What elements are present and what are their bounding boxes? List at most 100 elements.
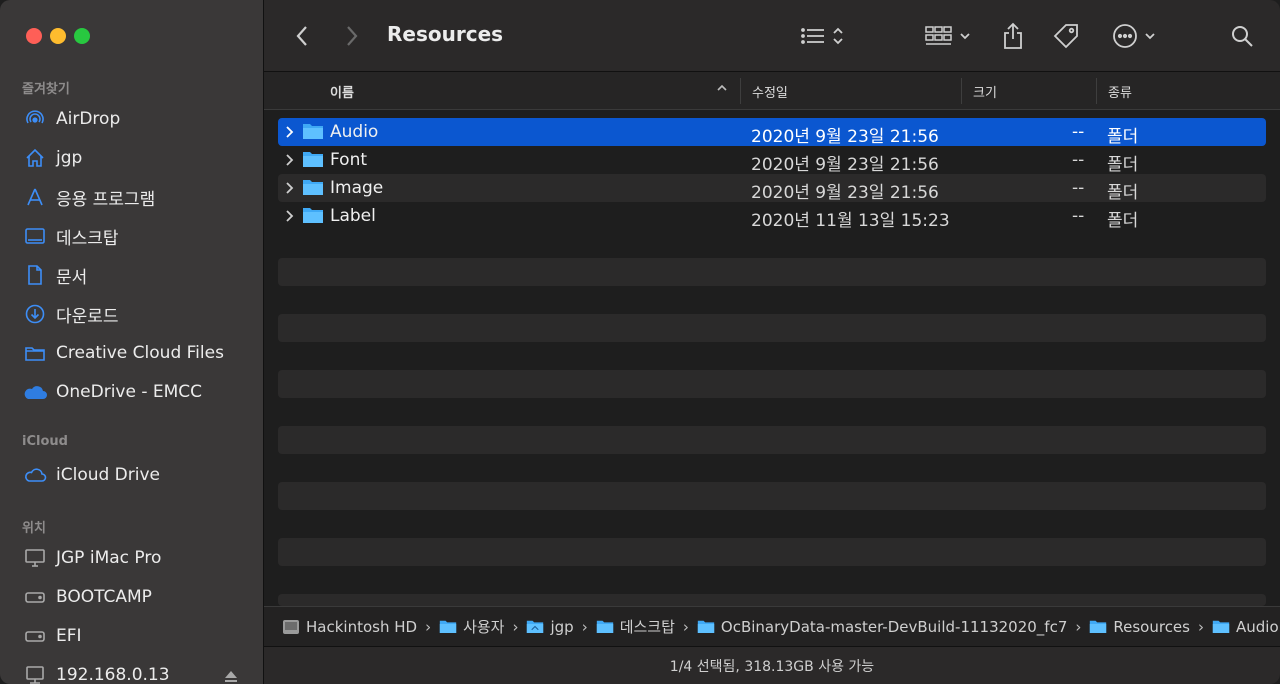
- column-divider[interactable]: [740, 78, 741, 104]
- disclosure-chevron-icon[interactable]: [284, 152, 294, 172]
- file-kind: 폴더: [1107, 211, 1139, 231]
- chevron-right-icon: [347, 26, 358, 46]
- column-divider[interactable]: [1096, 78, 1097, 104]
- path-separator-icon: ›: [1197, 617, 1204, 636]
- minimize-button[interactable]: [50, 28, 66, 44]
- path-item-label: Audio: [1235, 617, 1279, 636]
- path-separator-icon: ›: [581, 617, 588, 636]
- file-size: --: [1072, 150, 1085, 170]
- tag-icon: [1053, 24, 1078, 49]
- sidebar-item-label: 응용 프로그램: [56, 189, 156, 210]
- window-controls: [26, 28, 90, 44]
- toolbar: Resources: [264, 0, 1280, 72]
- sidebar-item-efi[interactable]: EFI: [22, 621, 256, 651]
- file-row[interactable]: Audio 2020년 9월 23일 21:56 -- 폴더: [278, 118, 1266, 147]
- sidebar-item-icloud-drive[interactable]: iCloud Drive: [22, 460, 256, 490]
- folder-icon: [302, 150, 324, 173]
- group-button[interactable]: [920, 18, 976, 54]
- search-button[interactable]: [1226, 18, 1258, 54]
- share-button[interactable]: [998, 18, 1028, 54]
- more-actions-button[interactable]: [1108, 18, 1160, 54]
- sidebar-item-label: iCloud Drive: [56, 465, 161, 485]
- close-button[interactable]: [26, 28, 42, 44]
- disclosure-chevron-icon[interactable]: [284, 124, 294, 144]
- sort-ascending-icon[interactable]: [716, 82, 728, 97]
- window-title: Resources: [387, 22, 504, 46]
- path-item-label: 데스크탑: [619, 618, 675, 636]
- path-item-desktop[interactable]: 데스크탑 ›: [596, 616, 697, 637]
- chevron-updown-icon: [833, 27, 843, 45]
- path-separator-icon: ›: [682, 617, 689, 636]
- sidebar-item-label: Creative Cloud Files: [56, 343, 224, 363]
- sidebar-item-imac[interactable]: JGP iMac Pro: [22, 543, 256, 573]
- back-button[interactable]: [288, 18, 316, 54]
- path-separator-icon: ›: [512, 617, 519, 636]
- file-name: Label: [330, 206, 376, 226]
- file-kind: 폴더: [1107, 155, 1139, 175]
- sidebar-item-onedrive[interactable]: OneDrive - EMCC: [22, 377, 256, 407]
- file-size: --: [1072, 178, 1085, 198]
- path-item-audio[interactable]: Audio: [1212, 618, 1279, 636]
- sidebar-item-downloads[interactable]: 다운로드: [22, 299, 256, 329]
- sidebar-item-applications[interactable]: 응용 프로그램: [22, 182, 256, 212]
- sidebar-item-desktop[interactable]: 데스크탑: [22, 221, 256, 251]
- sidebar-item-airdrop[interactable]: AirDrop: [22, 104, 256, 134]
- file-size: --: [1072, 122, 1085, 142]
- path-item-label: Hackintosh HD: [306, 617, 418, 636]
- column-size[interactable]: 크기: [973, 82, 997, 101]
- file-name: Image: [330, 178, 384, 198]
- column-name[interactable]: 이름: [330, 82, 354, 101]
- drive-icon: [22, 625, 48, 647]
- onedrive-cloud-icon: [22, 381, 48, 403]
- forward-button[interactable]: [338, 18, 366, 54]
- disclosure-chevron-icon[interactable]: [284, 180, 294, 200]
- file-kind: 폴더: [1107, 183, 1139, 203]
- chevron-down-icon: [960, 33, 970, 40]
- column-modified[interactable]: 수정일: [752, 82, 788, 101]
- path-item-jgp[interactable]: jgp ›: [526, 618, 595, 636]
- path-separator-icon: ›: [1075, 617, 1082, 636]
- sidebar-item-label: EFI: [56, 626, 82, 646]
- sidebar-item-creative-cloud[interactable]: Creative Cloud Files: [22, 338, 256, 368]
- file-row[interactable]: Image 2020년 9월 23일 21:56 -- 폴더: [278, 174, 1266, 203]
- folder-icon: [1089, 619, 1107, 634]
- sidebar-item-documents[interactable]: 문서: [22, 260, 256, 290]
- zoom-button[interactable]: [74, 28, 90, 44]
- file-modified: 2020년 9월 23일 21:56: [751, 127, 939, 147]
- path-item-label: jgp: [550, 617, 574, 636]
- drive-icon: [22, 586, 48, 608]
- sidebar-item-label: jgp: [56, 148, 83, 168]
- path-item-hackintosh-hd[interactable]: Hackintosh HD ›: [282, 618, 439, 636]
- eject-icon[interactable]: [224, 668, 238, 684]
- home-icon: [22, 147, 48, 169]
- applications-icon: [22, 186, 48, 208]
- file-size: --: [1072, 206, 1085, 226]
- view-mode-button[interactable]: [794, 18, 850, 54]
- sidebar-item-jgp[interactable]: jgp: [22, 143, 256, 173]
- finder-window: 즐겨찾기 AirDrop jgp 응용 프로그램 데스크탑 문서 다운로드 Cr…: [0, 0, 1280, 684]
- empty-row-stripe: [278, 538, 1266, 566]
- path-item-label: 사용자: [463, 618, 505, 636]
- file-modified: 2020년 9월 23일 21:56: [751, 155, 939, 175]
- download-icon: [22, 303, 48, 325]
- disclosure-chevron-icon[interactable]: [284, 208, 294, 228]
- file-row[interactable]: Label 2020년 11월 13일 15:23 -- 폴더: [278, 202, 1266, 231]
- sidebar-item-label: JGP iMac Pro: [56, 548, 162, 568]
- empty-row-stripe: [278, 426, 1266, 454]
- path-item-users[interactable]: 사용자 ›: [439, 616, 526, 637]
- sidebar-item-label: 다운로드: [56, 306, 119, 327]
- folder-icon: [302, 122, 324, 145]
- column-kind[interactable]: 종류: [1108, 82, 1132, 101]
- tag-button[interactable]: [1050, 18, 1082, 54]
- grid-icon: [925, 26, 952, 45]
- folder-icon: [439, 619, 457, 634]
- sidebar-item-network-server[interactable]: 192.168.0.13: [22, 660, 256, 684]
- sidebar-item-bootcamp[interactable]: BOOTCAMP: [22, 582, 256, 612]
- path-item-resources[interactable]: Resources ›: [1089, 618, 1212, 636]
- file-row[interactable]: Font 2020년 9월 23일 21:56 -- 폴더: [278, 146, 1266, 175]
- column-divider[interactable]: [961, 78, 962, 104]
- sidebar-item-label: BOOTCAMP: [56, 587, 152, 607]
- path-item-ocbinarydata[interactable]: OcBinaryData-master-DevBuild-11132020_fc…: [697, 618, 1089, 636]
- search-icon: [1232, 26, 1253, 47]
- folder-icon: [596, 619, 614, 634]
